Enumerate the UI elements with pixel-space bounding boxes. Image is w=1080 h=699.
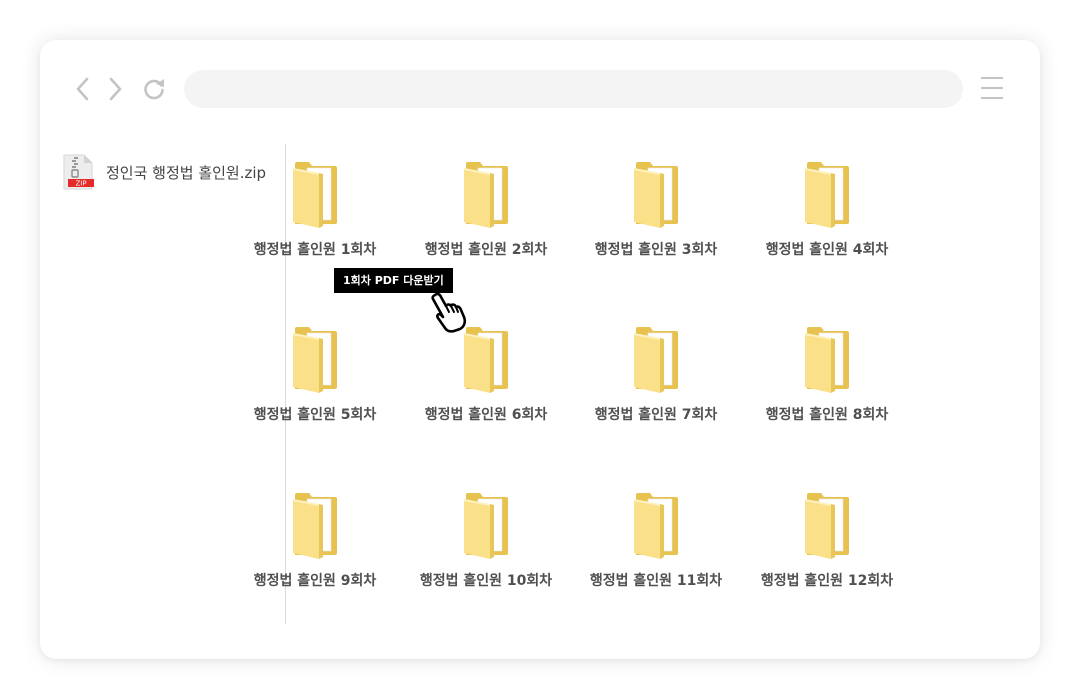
folder-item[interactable]: 행정법 홀인원 8회차 — [747, 325, 907, 435]
folder-item[interactable]: 행정법 홀인원 5회차 — [235, 325, 395, 435]
folder-icon — [803, 325, 851, 395]
folder-label: 행정법 홀인원 11회차 — [589, 573, 723, 589]
folder-label: 행정법 홀인원 3회차 — [594, 242, 718, 258]
browser-window: ZIP 정인국 행정법 홀인원.zip 행정법 홀인원 1회차 행정법 홀인원 2… — [40, 40, 1040, 659]
folder-item[interactable]: 행정법 홀인원 9회차 — [235, 491, 395, 601]
folder-label: 행정법 홀인원 7회차 — [594, 407, 718, 423]
zip-file-icon: ZIP — [62, 154, 96, 190]
folder-label: 행정법 홀인원 6회차 — [424, 407, 548, 423]
hand-pointer-icon — [427, 291, 469, 333]
folder-icon — [462, 325, 510, 395]
address-bar[interactable] — [184, 70, 963, 108]
download-tooltip[interactable]: 1회차 PDF 다운받기 — [334, 268, 453, 293]
folder-icon — [632, 160, 680, 230]
folder-icon — [803, 160, 851, 230]
folder-icon — [291, 491, 339, 561]
folder-label: 행정법 홀인원 1회차 — [253, 242, 377, 258]
folder-label: 행정법 홀인원 12회차 — [760, 573, 894, 589]
folder-label: 행정법 홀인원 10회차 — [419, 573, 553, 589]
folder-item[interactable]: 행정법 홀인원 12회차 — [747, 491, 907, 601]
folder-item[interactable]: 행정법 홀인원 4회차 — [747, 160, 907, 270]
folder-icon — [462, 491, 510, 561]
folder-icon — [632, 491, 680, 561]
back-button[interactable] — [72, 76, 96, 102]
folder-icon — [462, 160, 510, 230]
browser-toolbar — [40, 40, 1040, 140]
chevron-right-icon — [109, 77, 122, 101]
menu-button[interactable] — [980, 77, 1004, 101]
folder-item[interactable]: 행정법 홀인원 10회차 — [406, 491, 566, 601]
hamburger-menu-icon — [980, 77, 1004, 99]
folder-item[interactable]: 행정법 홀인원 1회차 — [235, 160, 395, 270]
folder-item[interactable]: 행정법 홀인원 3회차 — [576, 160, 736, 270]
reload-button[interactable] — [142, 76, 166, 102]
folder-label: 행정법 홀인원 5회차 — [253, 407, 377, 423]
folder-label: 행정법 홀인원 9회차 — [253, 573, 377, 589]
folder-item[interactable]: 행정법 홀인원 11회차 — [576, 491, 736, 601]
folder-label: 행정법 홀인원 4회차 — [765, 242, 889, 258]
reload-icon — [144, 79, 164, 100]
folder-item[interactable]: 행정법 홀인원 2회차 — [406, 160, 566, 270]
forward-button[interactable] — [103, 76, 127, 102]
folder-icon — [803, 491, 851, 561]
folder-icon — [291, 325, 339, 395]
zip-badge-label: ZIP — [75, 180, 86, 188]
folder-label: 행정법 홀인원 2회차 — [424, 242, 548, 258]
folder-label: 행정법 홀인원 8회차 — [765, 407, 889, 423]
chevron-left-icon — [76, 77, 89, 101]
folder-item[interactable]: 행정법 홀인원 7회차 — [576, 325, 736, 435]
folder-icon — [632, 325, 680, 395]
folder-icon — [291, 160, 339, 230]
folder-item[interactable]: 행정법 홀인원 6회차 — [406, 325, 566, 435]
